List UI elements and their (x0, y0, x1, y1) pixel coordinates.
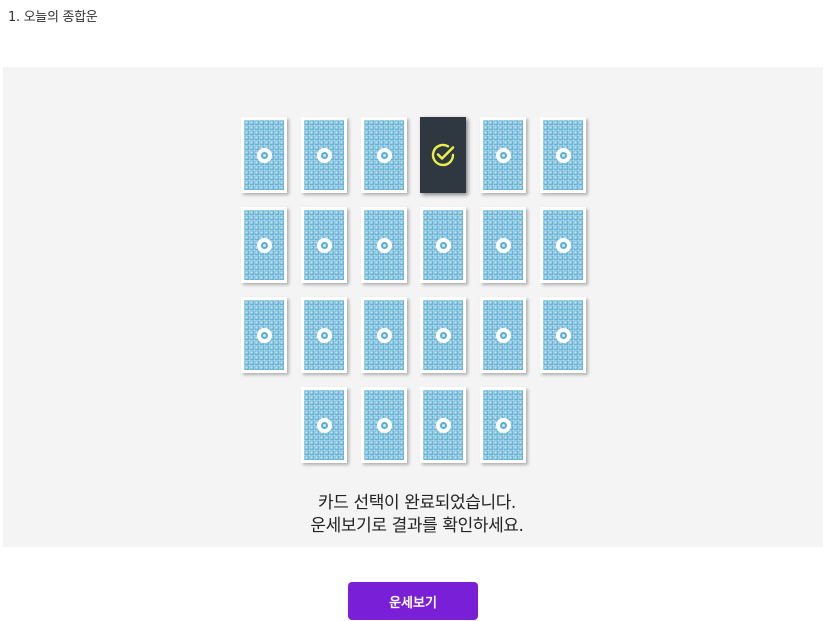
card-emblem-icon (435, 327, 451, 343)
tarot-card[interactable] (540, 117, 586, 193)
tarot-card[interactable] (420, 297, 466, 373)
card-emblem-icon (256, 237, 272, 253)
selection-complete-message: 카드 선택이 완료되었습니다. 운세보기로 결과를 확인하세요. (0, 492, 834, 538)
card-back-pattern (483, 120, 523, 190)
tarot-card[interactable] (420, 207, 466, 283)
card-back-pattern (304, 120, 344, 190)
emblem-center (439, 241, 447, 249)
tarot-card[interactable] (361, 117, 407, 193)
card-emblem-icon (376, 417, 392, 433)
card-emblem-icon (435, 237, 451, 253)
card-emblem-icon (316, 237, 332, 253)
emblem-center (260, 331, 268, 339)
emblem-center (260, 241, 268, 249)
card-back-pattern (364, 120, 404, 190)
card-back-pattern (483, 390, 523, 460)
emblem-center (439, 331, 447, 339)
card-emblem-icon (495, 327, 511, 343)
card-emblem-icon (555, 147, 571, 163)
tarot-card[interactable] (540, 207, 586, 283)
card-back-pattern (304, 210, 344, 280)
tarot-card[interactable] (540, 297, 586, 373)
card-back-pattern (420, 117, 466, 193)
card-emblem-icon (376, 147, 392, 163)
tarot-card[interactable] (420, 387, 466, 463)
tarot-card[interactable] (361, 297, 407, 373)
emblem-center (260, 151, 268, 159)
tarot-card[interactable] (301, 297, 347, 373)
card-back-pattern (304, 390, 344, 460)
card-back-pattern (364, 210, 404, 280)
card-emblem-icon (256, 147, 272, 163)
emblem-center (559, 331, 567, 339)
emblem-center (499, 421, 507, 429)
card-emblem-icon (376, 327, 392, 343)
emblem-center (380, 331, 388, 339)
card-back-pattern (483, 300, 523, 370)
emblem-center (559, 151, 567, 159)
card-back-pattern (304, 300, 344, 370)
card-back-pattern (244, 120, 284, 190)
view-fortune-button[interactable]: 운세보기 (348, 582, 478, 620)
card-back-pattern (543, 210, 583, 280)
section-title: 1. 오늘의 종합운 (8, 10, 98, 25)
card-emblem-icon (376, 237, 392, 253)
card-emblem-icon (316, 417, 332, 433)
tarot-card-selected[interactable] (420, 117, 466, 193)
card-back-pattern (543, 120, 583, 190)
check-circle-icon (431, 143, 455, 167)
emblem-center (320, 241, 328, 249)
emblem-center (320, 421, 328, 429)
card-back-pattern (423, 300, 463, 370)
tarot-card[interactable] (361, 207, 407, 283)
card-emblem-icon (256, 327, 272, 343)
tarot-card[interactable] (301, 387, 347, 463)
card-back-pattern (423, 210, 463, 280)
emblem-center (320, 331, 328, 339)
tarot-card[interactable] (480, 387, 526, 463)
card-emblem-icon (555, 327, 571, 343)
tarot-card[interactable] (241, 297, 287, 373)
emblem-center (499, 331, 507, 339)
card-back-pattern (423, 390, 463, 460)
tarot-card[interactable] (480, 297, 526, 373)
message-line-1: 카드 선택이 완료되었습니다. (318, 493, 516, 513)
card-back-pattern (244, 300, 284, 370)
card-back-pattern (543, 300, 583, 370)
tarot-card[interactable] (480, 117, 526, 193)
emblem-center (559, 241, 567, 249)
card-emblem-icon (555, 237, 571, 253)
emblem-center (320, 151, 328, 159)
card-back-pattern (244, 210, 284, 280)
card-back-pattern (483, 210, 523, 280)
card-emblem-icon (316, 327, 332, 343)
tarot-card[interactable] (301, 207, 347, 283)
emblem-center (380, 421, 388, 429)
card-back-pattern (364, 390, 404, 460)
emblem-center (380, 241, 388, 249)
tarot-card[interactable] (241, 117, 287, 193)
card-emblem-icon (435, 417, 451, 433)
emblem-center (380, 151, 388, 159)
card-emblem-icon (316, 147, 332, 163)
tarot-card[interactable] (301, 117, 347, 193)
tarot-card[interactable] (361, 387, 407, 463)
emblem-center (499, 241, 507, 249)
card-emblem-icon (495, 237, 511, 253)
emblem-center (499, 151, 507, 159)
card-emblem-icon (495, 417, 511, 433)
card-back-pattern (364, 300, 404, 370)
message-line-2: 운세보기로 결과를 확인하세요. (310, 516, 524, 536)
tarot-card[interactable] (241, 207, 287, 283)
tarot-card[interactable] (480, 207, 526, 283)
card-selection-panel (3, 67, 823, 547)
emblem-center (439, 421, 447, 429)
card-emblem-icon (495, 147, 511, 163)
